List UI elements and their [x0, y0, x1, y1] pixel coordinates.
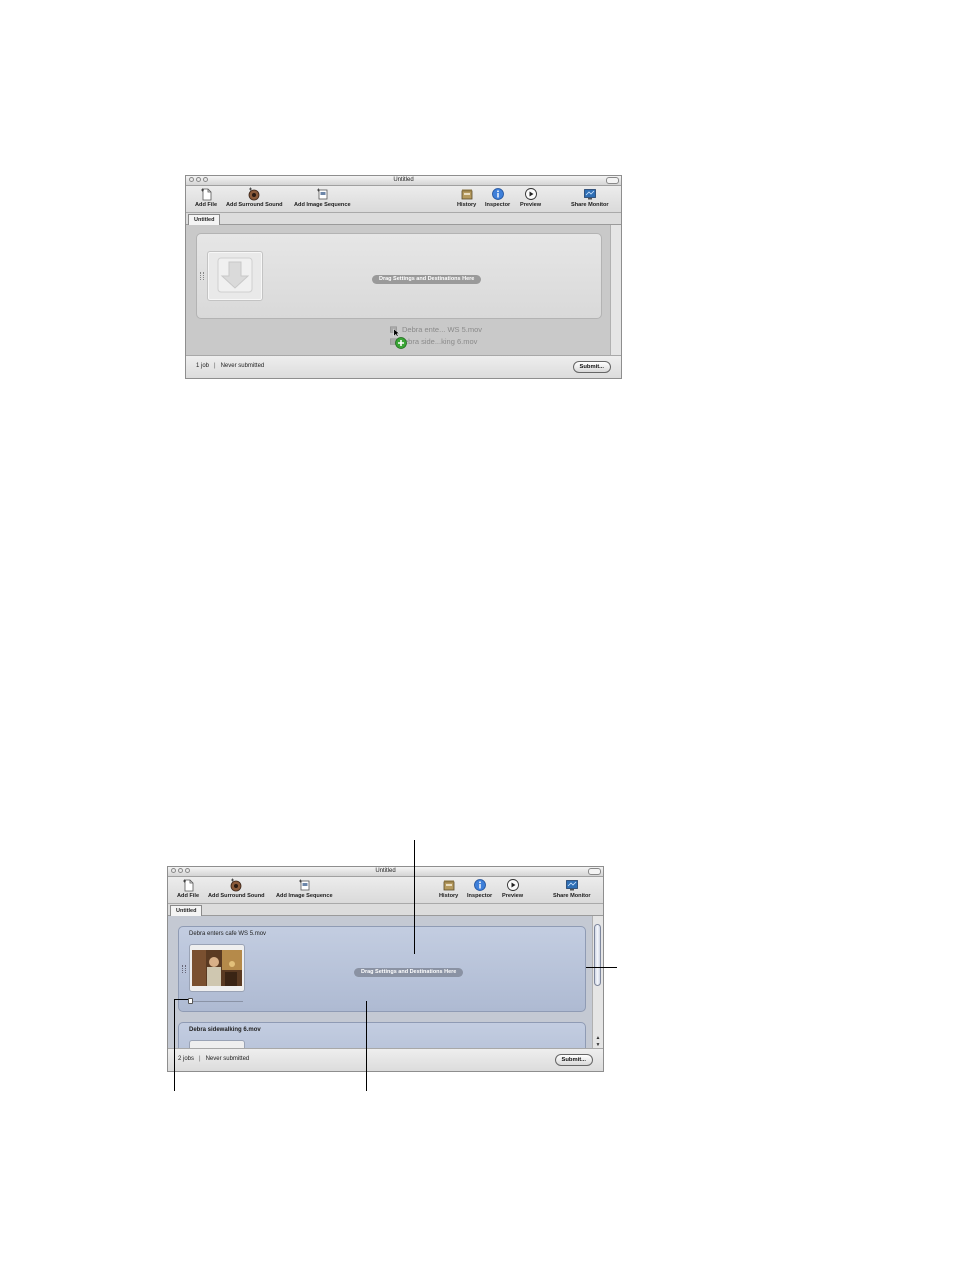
batch-window-top: Untitled Add File Add Surround Sound Add… [185, 175, 622, 379]
job-count: 1 job [196, 363, 210, 369]
source-thumbnail[interactable] [189, 944, 245, 992]
callout-line-scrubber [174, 999, 188, 1000]
add-file-label: Add File [177, 893, 200, 899]
scrubber-handle[interactable] [188, 998, 193, 1004]
share-monitor-icon [583, 189, 596, 200]
share-monitor-button[interactable]: Share Monitor [571, 187, 609, 209]
preview-icon [506, 879, 519, 891]
tab-bar: Untitled [186, 213, 621, 225]
inspector-icon [491, 188, 504, 200]
callout-line-job [366, 1001, 367, 1091]
share-monitor-button[interactable]: Share Monitor [553, 878, 591, 900]
preview-label: Preview [520, 202, 542, 208]
add-file-button[interactable]: Add File [177, 878, 199, 900]
source-drop-well[interactable] [207, 251, 263, 301]
preview-label: Preview [502, 893, 524, 899]
scrollbar-thumb[interactable] [594, 924, 601, 986]
tab-untitled[interactable]: Untitled [188, 214, 221, 225]
history-icon [443, 880, 455, 891]
preview-button[interactable]: Preview [502, 878, 523, 900]
add-surround-icon [230, 878, 242, 892]
tab-bar: Untitled [168, 904, 603, 916]
add-image-sequence-icon [299, 879, 310, 891]
status-text: 2 jobs | Never submitted [178, 1056, 250, 1062]
share-monitor-icon [565, 880, 578, 891]
inspector-icon [473, 879, 486, 891]
add-file-label: Add File [195, 202, 218, 208]
job-count: 2 jobs [178, 1056, 195, 1062]
drop-arrow-icon [217, 257, 253, 293]
callout-line-target-area [414, 840, 415, 954]
share-monitor-label: Share Monitor [553, 893, 591, 899]
history-label: History [439, 893, 459, 899]
tab-untitled[interactable]: Untitled [170, 905, 203, 916]
dragged-file-2: ebra side...king 6.mov [404, 337, 478, 346]
add-file-icon [201, 188, 212, 201]
add-surround-sound-button[interactable]: Add Surround Sound [226, 187, 283, 209]
scroll-up-arrow[interactable]: ▲ [593, 1035, 603, 1042]
vertical-scrollbar[interactable]: ▲ ▼ [592, 916, 603, 1049]
submit-state: Never submitted [205, 1056, 250, 1062]
inspector-button[interactable]: Inspector [467, 878, 492, 900]
window-title: Untitled [393, 177, 414, 183]
vertical-scrollbar[interactable] [610, 225, 621, 356]
add-surround-label: Add Surround Sound [226, 202, 283, 208]
job-name: Debra sidewalking 6.mov [189, 1027, 261, 1033]
window-title: Untitled [375, 868, 396, 874]
add-image-sequence-label: Add Image Sequence [276, 893, 333, 899]
video-thumbnail-image [192, 950, 242, 986]
add-image-sequence-label: Add Image Sequence [294, 202, 351, 208]
drop-hint-pill: Drag Settings and Destinations Here [354, 968, 464, 977]
job-drag-handle[interactable] [200, 272, 204, 280]
history-button[interactable]: History [439, 878, 458, 900]
inspector-label: Inspector [485, 202, 511, 208]
job-name: Debra enters cafe WS 5.mov [189, 931, 267, 937]
status-bar: 1 job | Never submitted Submit... [186, 355, 621, 378]
add-surround-label: Add Surround Sound [208, 893, 265, 899]
inspector-label: Inspector [467, 893, 493, 899]
submit-button[interactable]: Submit... [554, 1054, 593, 1066]
job-card-1[interactable]: Debra enters cafe WS 5.mov Drag Settings… [178, 926, 586, 1012]
submit-button[interactable]: Submit... [572, 361, 611, 373]
toolbar-toggle-button[interactable] [606, 177, 619, 184]
preview-button[interactable]: Preview [520, 187, 541, 209]
add-image-sequence-button[interactable]: Add Image Sequence [294, 187, 351, 209]
add-image-sequence-icon [317, 188, 328, 200]
status-text: 1 job | Never submitted [196, 363, 265, 369]
job-drag-handle[interactable] [182, 965, 186, 973]
history-icon [461, 189, 473, 200]
toolbar: Add File Add Surround Sound Add Image Se… [186, 186, 621, 213]
preview-icon [524, 188, 537, 200]
history-button[interactable]: History [457, 187, 476, 209]
history-label: History [457, 202, 477, 208]
add-file-icon [183, 879, 194, 892]
add-file-button[interactable]: Add File [195, 187, 217, 209]
add-surround-sound-button[interactable]: Add Surround Sound [208, 878, 265, 900]
share-monitor-label: Share Monitor [571, 202, 609, 208]
job-card-2[interactable]: Debra sidewalking 6.mov [178, 1022, 586, 1049]
title-bar[interactable]: Untitled [186, 176, 621, 186]
dragged-file-1: Debra ente... WS 5.mov [402, 325, 483, 334]
callout-line-scrollbar [586, 967, 617, 968]
thumbnail-scrubber[interactable] [189, 1001, 243, 1002]
callout-line-scrubber-vertical [174, 999, 175, 1091]
add-image-sequence-button[interactable]: Add Image Sequence [276, 878, 333, 900]
add-plus-icon [395, 337, 407, 349]
toolbar: Add File Add Surround Sound Add Image Se… [168, 877, 603, 904]
batch-area[interactable]: Debra enters cafe WS 5.mov Drag Settings… [168, 916, 593, 1049]
inspector-button[interactable]: Inspector [485, 187, 510, 209]
status-bar: 2 jobs | Never submitted Submit... [168, 1048, 603, 1071]
add-surround-icon [248, 187, 260, 201]
empty-job-drop-zone[interactable]: Drag Settings and Destinations Here [196, 233, 602, 319]
batch-area[interactable]: Drag Settings and Destinations Here Debr… [186, 225, 611, 356]
title-bar[interactable]: Untitled [168, 867, 603, 877]
submit-state: Never submitted [220, 363, 265, 369]
toolbar-toggle-button[interactable] [588, 868, 601, 875]
batch-window-bottom: Untitled Add File Add Surround Sound Add… [167, 866, 604, 1072]
drop-hint-pill: Drag Settings and Destinations Here [372, 275, 482, 284]
